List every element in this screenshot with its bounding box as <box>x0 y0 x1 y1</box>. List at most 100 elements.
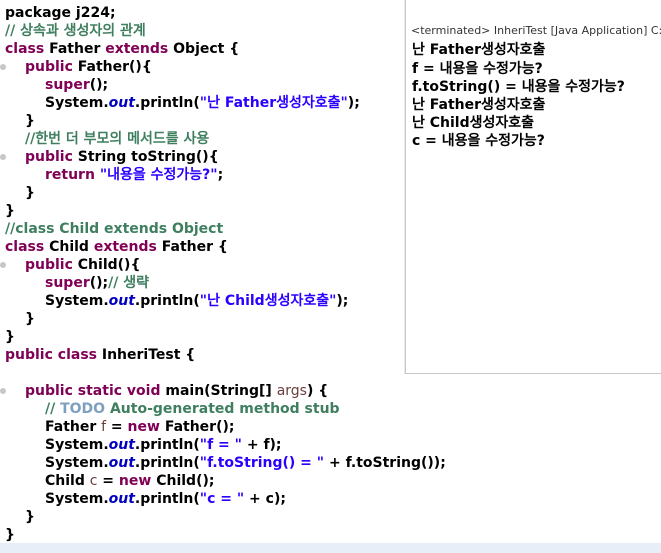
package-declaration: package j224; <box>5 5 116 21</box>
console-output-line[interactable]: f = 내용을 수정가능? <box>412 60 543 78</box>
code-line-8[interactable]: //한번 더 부모의 메서드를 사용 <box>25 130 209 148</box>
fold-marker-icon[interactable] <box>0 64 6 70</box>
code-text: (); <box>89 77 109 93</box>
keyword: public <box>25 59 73 75</box>
code-line-15[interactable]: public Child(){ <box>25 256 140 274</box>
class-name: InheriTest { <box>97 347 196 363</box>
comment-text: // 생략 <box>108 275 150 291</box>
code-text: System. <box>45 491 109 507</box>
code-line-11[interactable]: } <box>25 184 35 202</box>
parameter-name: args <box>276 383 307 399</box>
keyword: public <box>25 257 73 273</box>
code-line-28[interactable]: } <box>25 508 35 526</box>
fold-marker-icon[interactable] <box>0 154 6 160</box>
code-text: .println( <box>134 491 200 507</box>
comment-text: // 상속과 생성자의 관계 <box>5 23 146 39</box>
code-line-5[interactable]: super(); <box>45 76 108 94</box>
static-field: out <box>108 293 135 309</box>
code-line-16[interactable]: super();// 생략 <box>45 274 149 292</box>
brace: } <box>5 527 15 543</box>
keyword: class <box>5 239 45 255</box>
code-text: ; <box>217 167 224 183</box>
code-line-20[interactable]: public class InheriTest { <box>5 346 195 364</box>
console-output-line[interactable]: f.toString() = 내용을 수정가능? <box>412 78 625 96</box>
brace: } <box>5 203 15 219</box>
code-line-2[interactable]: // 상속과 생성자의 관계 <box>5 22 146 40</box>
code-text: + c); <box>244 491 286 507</box>
brace: } <box>25 113 35 129</box>
code-line-25[interactable]: System.out.println("f.toString() = " + f… <box>45 454 446 472</box>
console-output-line[interactable]: 난 Father생성자호출 <box>412 96 545 114</box>
console-output-line[interactable]: 난 Father생성자호출 <box>412 41 545 59</box>
fold-marker-icon[interactable] <box>0 262 6 268</box>
comment-text: Auto-generated method stub <box>105 401 340 417</box>
code-line-4[interactable]: public Father(){ <box>25 58 152 76</box>
code-text: ); <box>336 293 349 309</box>
comment-text: // <box>45 401 61 417</box>
code-text: .println( <box>134 293 200 309</box>
code-line-26[interactable]: Child c = new Child(); <box>45 472 214 490</box>
keyword: extends <box>93 239 157 255</box>
code-line-7[interactable]: } <box>25 112 35 130</box>
code-line-18[interactable]: } <box>25 310 35 328</box>
todo-tag: TODO <box>60 401 106 417</box>
code-text: System. <box>45 95 109 111</box>
code-line-13[interactable]: //class Child extends Object <box>5 220 223 238</box>
code-text: main(String[] <box>160 383 277 399</box>
code-line-17[interactable]: System.out.println("난 Child생성자호출"); <box>45 292 348 310</box>
keyword: new <box>118 473 152 489</box>
static-field: out <box>108 437 135 453</box>
code-line-3[interactable]: class Father extends Object { <box>5 40 239 58</box>
code-text: = <box>97 473 119 489</box>
code-line-19[interactable]: } <box>5 328 15 346</box>
code-line-6[interactable]: System.out.println("난 Father생성자호출"); <box>45 94 360 112</box>
keyword: new <box>127 419 160 435</box>
keyword: public static void <box>25 383 161 399</box>
code-line-14[interactable]: class Child extends Father { <box>5 238 228 256</box>
code-line-27[interactable]: System.out.println("c = " + c); <box>45 490 286 508</box>
comment-text: //한번 더 부모의 메서드를 사용 <box>25 131 210 147</box>
keyword: super <box>45 77 90 93</box>
code-line-23[interactable]: Father f = new Father(); <box>45 418 234 436</box>
string-literal: "난 Father생성자호출" <box>199 95 348 111</box>
code-text: Father { <box>156 239 228 255</box>
code-text: Child(); <box>151 473 215 489</box>
code-line-10[interactable]: return "내용을 수정가능?"; <box>45 166 223 184</box>
code-line-9[interactable]: public String toString(){ <box>25 148 219 166</box>
code-line-21[interactable]: public static void main(String[] args) { <box>25 382 328 400</box>
string-literal: "난 Child생성자호출" <box>199 293 337 309</box>
string-literal: "f = " <box>199 437 242 453</box>
keyword: class <box>5 41 45 57</box>
comment-text: //class Child extends Object <box>5 221 224 237</box>
keyword: return <box>45 167 95 183</box>
keyword: public <box>25 149 73 165</box>
editor-bottom-strip <box>0 543 661 553</box>
string-literal: "c = " <box>199 491 245 507</box>
console-output-line[interactable]: 난 Child생성자호출 <box>412 114 534 132</box>
console-view[interactable]: <terminated> InheriTest [Java Applicatio… <box>405 0 661 374</box>
string-literal: "내용을 수정가능?" <box>99 167 218 183</box>
code-line-24[interactable]: System.out.println("f = " + f); <box>45 436 282 454</box>
fold-marker-icon[interactable] <box>0 388 6 394</box>
code-text: Father(){ <box>72 59 152 75</box>
code-text: ) { <box>306 383 329 399</box>
code-text: Father <box>45 419 102 435</box>
code-text: ); <box>347 95 360 111</box>
string-literal: "f.toString() = " <box>199 455 325 471</box>
code-text: .println( <box>134 455 200 471</box>
code-text: (); <box>89 275 109 291</box>
code-text: + f); <box>241 437 282 453</box>
keyword: extends <box>105 41 169 57</box>
console-header: <terminated> InheriTest [Java Applicatio… <box>411 24 661 37</box>
brace: } <box>5 329 15 345</box>
code-line-1[interactable]: package j224; <box>5 4 116 22</box>
code-line-22[interactable]: // TODO Auto-generated method stub <box>45 400 340 418</box>
code-text: .println( <box>134 95 200 111</box>
code-text: String toString(){ <box>72 149 219 165</box>
code-text: Child(){ <box>72 257 141 273</box>
static-field: out <box>108 95 135 111</box>
code-line-29[interactable]: } <box>5 526 15 544</box>
console-output-line[interactable]: c = 내용을 수정가능? <box>412 132 545 150</box>
code-text: + f.toString()); <box>324 455 446 471</box>
code-line-12[interactable]: } <box>5 202 15 220</box>
